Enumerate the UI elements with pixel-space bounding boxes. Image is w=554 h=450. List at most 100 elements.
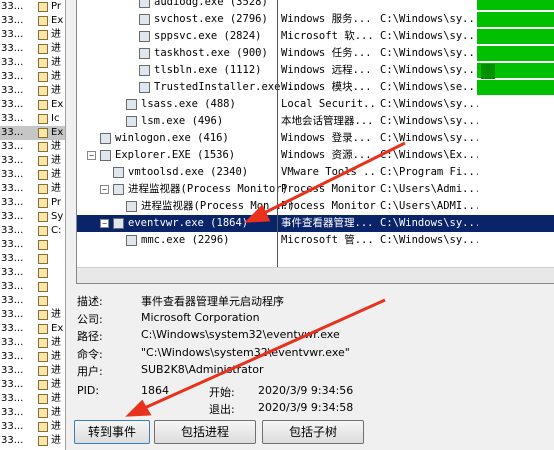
process-image-path: C:\Windows\sy... — [380, 98, 478, 110]
event-list-row[interactable]: 33... 进 — [0, 406, 65, 420]
event-list-row[interactable]: 33... 进 — [0, 168, 65, 182]
process-row[interactable]: mmc.exe (2296) Microsoft 管... C:\Windows\s… — [77, 232, 554, 249]
event-list-row[interactable]: 33... — [0, 294, 65, 308]
user-value: SUB2K8\Administrator — [141, 363, 264, 376]
process-description: Microsoft 软... — [281, 30, 374, 42]
process-row[interactable]: 进程监视器(Process Mon...) Process Monitor C:\U… — [77, 198, 554, 215]
event-list-row[interactable]: 33... Ex — [0, 98, 65, 112]
event-list-row[interactable]: 33... — [0, 266, 65, 280]
event-id: 33... — [1, 57, 24, 68]
pid-label: PID: — [77, 384, 100, 397]
event-id: 33... — [1, 365, 24, 376]
process-icon — [126, 201, 137, 212]
event-list-row[interactable]: 33... — [0, 252, 65, 266]
event-id: 33... — [1, 211, 24, 222]
start-label: 开始: — [209, 386, 235, 399]
event-list-row[interactable]: 33... 进 — [0, 420, 65, 434]
event-id: 33... — [1, 295, 24, 306]
event-list-row[interactable]: 33... 进 — [0, 28, 65, 42]
event-list-row[interactable]: 33... 进 — [0, 364, 65, 378]
event-list-row[interactable]: 33... Pr — [0, 0, 65, 14]
event-id: 33... — [1, 323, 24, 334]
process-row[interactable]: − eventvwr.exe (1864) 事件查看器管理... C:\Windows… — [77, 215, 554, 232]
event-list-row[interactable]: 33... 进 — [0, 350, 65, 364]
process-row[interactable]: lsm.exe (496) 本地会话管理器... C:\Windows\sy... — [77, 113, 554, 130]
event-list-row[interactable]: 33... Ic — [0, 112, 65, 126]
event-list-row[interactable]: 33... 进 — [0, 392, 65, 406]
event-id: 33... — [1, 183, 24, 194]
event-name: Sy — [51, 211, 64, 222]
event-list-row[interactable]: 33... 进 — [0, 378, 65, 392]
process-tree[interactable]: audiodg.exe (3528) svchost.exe (2796) Wind… — [76, 0, 554, 284]
cpu-usage-bar — [477, 0, 554, 10]
process-icon — [139, 48, 150, 59]
cpu-usage-bar — [477, 46, 554, 61]
event-list-row[interactable]: 33... 进 — [0, 140, 65, 154]
goto-event-button[interactable]: 转到事件 — [74, 420, 150, 444]
process-description: Windows 登录... — [281, 132, 372, 144]
event-list-row[interactable]: 33... 进 — [0, 42, 65, 56]
process-row[interactable]: winlogon.exe (416) Windows 登录... C:\Window… — [77, 130, 554, 147]
event-list-row[interactable]: 33... — [0, 280, 65, 294]
process-icon — [100, 150, 111, 161]
event-list-row[interactable]: 33... 进 — [0, 182, 65, 196]
process-row[interactable]: vmtoolsd.exe (2340) VMware Tools ... C:\Pr… — [77, 164, 554, 181]
process-description: Process Monitor — [281, 183, 376, 195]
event-name: 进 — [51, 43, 61, 54]
process-icon — [113, 167, 124, 178]
event-id: 33... — [1, 281, 24, 292]
event-list-row[interactable]: 33... 进 — [0, 434, 65, 448]
event-name: 进 — [51, 407, 61, 418]
process-description: 事件查看器管理... — [281, 217, 374, 229]
event-list-row[interactable]: 33... Ex — [0, 14, 65, 28]
tree-collapse-toggle[interactable]: − — [100, 185, 109, 194]
cpu-usage-bar-peak — [481, 64, 495, 79]
event-name: C: — [51, 225, 62, 236]
event-list-row[interactable]: 33... C: — [0, 224, 65, 238]
event-list-row[interactable]: 33... Ex — [0, 126, 65, 140]
event-list-row[interactable]: 33... 进 — [0, 70, 65, 84]
event-list-row[interactable]: 33... Pr — [0, 196, 65, 210]
event-list-row[interactable]: 33... 进 — [0, 154, 65, 168]
horizontal-scrollbar[interactable] — [77, 267, 554, 283]
event-id: 33... — [1, 197, 24, 208]
event-list-row[interactable]: 33... Ex — [0, 322, 65, 336]
event-id: 33... — [1, 393, 24, 404]
event-id: 33... — [1, 309, 24, 320]
event-name: 进 — [51, 169, 61, 180]
include-subtree-button[interactable]: 包括子树 — [262, 420, 364, 444]
event-list-row[interactable]: 33... 进 — [0, 308, 65, 322]
tree-collapse-toggle[interactable]: − — [100, 219, 109, 228]
event-name: Ex — [51, 99, 64, 110]
event-list-row[interactable]: 33... Sy — [0, 210, 65, 224]
process-image-path: C:\Windows\se... — [380, 81, 478, 93]
event-list-row[interactable]: 33... — [0, 238, 65, 252]
event-list-row[interactable]: 33... 进 — [0, 336, 65, 350]
event-type-icon — [38, 268, 48, 278]
include-process-button[interactable]: 包括进程 — [154, 420, 256, 444]
column-divider[interactable] — [277, 0, 278, 283]
event-id: 33... — [1, 99, 24, 110]
event-id: 33... — [1, 85, 24, 96]
event-id: 33... — [1, 1, 24, 12]
process-icon — [113, 218, 124, 229]
event-type-icon — [38, 310, 48, 320]
event-type-icon — [38, 240, 48, 250]
event-name: 进 — [51, 183, 61, 194]
event-type-icon — [38, 2, 48, 12]
event-id: 33... — [1, 337, 24, 348]
event-name: 进 — [51, 351, 61, 362]
event-list-row[interactable]: 33... 进 — [0, 56, 65, 70]
tree-collapse-toggle[interactable]: − — [87, 151, 96, 160]
process-name: 进程监视器(Process Mon...) — [141, 200, 295, 212]
process-row[interactable]: − Explorer.EXE (1536) Windows 资源... C:\Wind… — [77, 147, 554, 164]
event-list-row[interactable]: 33... 进 — [0, 84, 65, 98]
cpu-usage-bar — [477, 29, 554, 44]
event-type-icon — [38, 58, 48, 68]
start-value: 2020/3/9 9:34:56 — [258, 384, 354, 397]
process-row[interactable]: − 进程监视器(Process Monitor) Process Monitor C:… — [77, 181, 554, 198]
process-row[interactable]: lsass.exe (488) Local Securit... C:\Window… — [77, 96, 554, 113]
event-type-icon — [38, 296, 48, 306]
event-name: Ex — [51, 15, 64, 26]
event-list-strip[interactable]: 33... Pr 33... Ex 33... 进 33... 进 33... 进 33... 进 33… — [0, 0, 66, 450]
